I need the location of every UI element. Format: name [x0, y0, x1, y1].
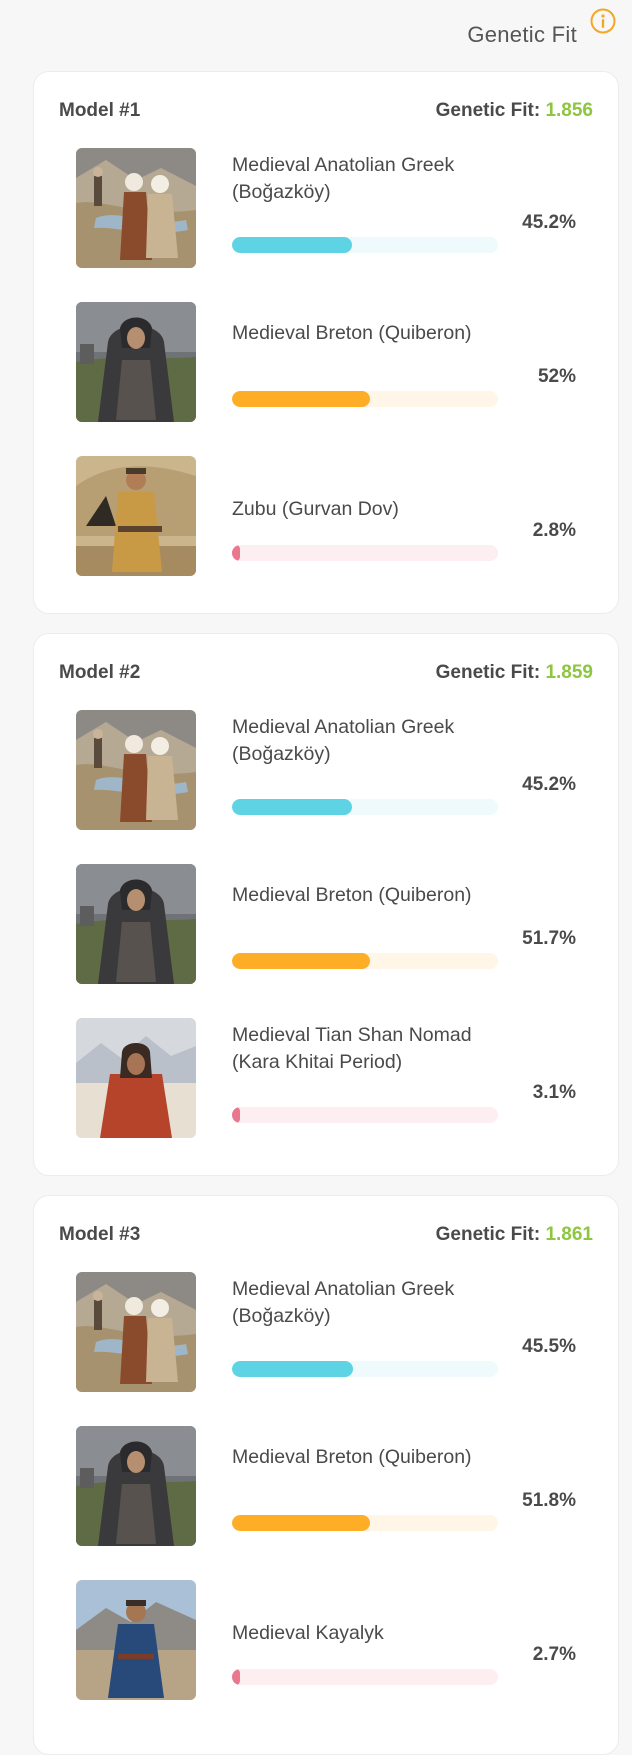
percentage-bar-track: [232, 237, 498, 253]
model-card: Model #1 Genetic Fit: 1.856 Medieval Anat…: [33, 71, 619, 614]
model-label: Model #3: [59, 1224, 141, 1245]
percentage-bar-track: [232, 953, 498, 969]
genetic-fit-value: 1.859: [545, 662, 593, 683]
percentage-bar-fill: [232, 391, 370, 407]
genetic-fit: Genetic Fit: 1.861: [436, 1224, 593, 1246]
info-icon[interactable]: [590, 8, 616, 34]
percentage-value: 45.5%: [522, 1336, 576, 1357]
hooded-monk-illustration: [76, 864, 196, 984]
population-row[interactable]: Medieval Kayalyk 2.7%: [34, 1580, 620, 1700]
genetic-fit-label: Genetic Fit:: [435, 1224, 546, 1245]
percentage-bar-track: [232, 1107, 498, 1123]
percentage-bar-fill: [232, 1107, 240, 1123]
percentage-value: 45.2%: [522, 774, 576, 795]
hooded-monk-illustration: [76, 302, 196, 422]
population-row[interactable]: Medieval Anatolian Greek (Boğazköy) 45.5%: [34, 1272, 620, 1392]
percentage-bar-track: [232, 391, 498, 407]
nomad-in-blue-coat-illustration: [76, 1580, 196, 1700]
percentage-bar-fill: [232, 1361, 353, 1377]
percentage-bar-fill: [232, 1669, 240, 1685]
page-header: Genetic Fit: [0, 0, 632, 70]
percentage-value: 51.8%: [522, 1490, 576, 1511]
population-name: Medieval Breton (Quiberon): [232, 884, 472, 906]
population-row[interactable]: Zubu (Gurvan Dov) 2.8%: [34, 456, 620, 576]
population-row[interactable]: Medieval Breton (Quiberon) 51.7%: [34, 864, 620, 984]
percentage-value: 51.7%: [522, 928, 576, 949]
hooded-monk-illustration: [76, 1426, 196, 1546]
nomad-in-red-coat-illustration: [76, 1018, 196, 1138]
model-card-header: Model #3 Genetic Fit: 1.861: [34, 1196, 618, 1256]
percentage-bar-fill: [232, 799, 352, 815]
percentage-bar-track: [232, 1515, 498, 1531]
model-label: Model #1: [59, 100, 141, 121]
population-name: Medieval Breton (Quiberon): [232, 1446, 472, 1468]
population-row[interactable]: Medieval Anatolian Greek (Boğazköy) 45.2%: [34, 148, 620, 268]
genetic-fit: Genetic Fit: 1.856: [436, 100, 593, 122]
model-card-header: Model #1 Genetic Fit: 1.856: [34, 72, 618, 132]
nomad-by-yurt-illustration: [76, 456, 196, 576]
percentage-value: 2.8%: [532, 520, 576, 541]
genetic-fit-label: Genetic Fit:: [435, 100, 546, 121]
population-name: Medieval Anatolian Greek (Boğazköy): [232, 1278, 455, 1327]
population-row[interactable]: Medieval Breton (Quiberon) 51.8%: [34, 1426, 620, 1546]
model-card: Model #2 Genetic Fit: 1.859 Medieval Anat…: [33, 633, 619, 1176]
percentage-bar-fill: [232, 1515, 370, 1531]
percentage-bar-track: [232, 1669, 498, 1685]
genetic-fit-value: 1.856: [545, 100, 593, 121]
model-card-header: Model #2 Genetic Fit: 1.859: [34, 634, 618, 694]
percentage-value: 3.1%: [532, 1082, 576, 1103]
population-name: Medieval Breton (Quiberon): [232, 322, 472, 344]
percentage-bar-track: [232, 799, 498, 815]
genetic-fit-label: Genetic Fit:: [435, 662, 546, 683]
percentage-value: 52%: [537, 366, 576, 387]
percentage-value: 45.2%: [522, 212, 576, 233]
percentage-bar-fill: [232, 545, 240, 561]
women-by-stream-illustration: [76, 1272, 196, 1392]
population-row[interactable]: Medieval Breton (Quiberon) 52%: [34, 302, 620, 422]
population-name: Zubu (Gurvan Dov): [232, 498, 399, 520]
women-by-stream-illustration: [76, 148, 196, 268]
population-row[interactable]: Medieval Anatolian Greek (Boğazköy) 45.2%: [34, 710, 620, 830]
model-label: Model #2: [59, 662, 141, 683]
model-card: Model #3 Genetic Fit: 1.861 Medieval Anat…: [33, 1195, 619, 1755]
percentage-bar-fill: [232, 237, 352, 253]
population-name: Medieval Tian Shan Nomad (Kara Khitai Pe…: [232, 1024, 472, 1073]
population-row[interactable]: Medieval Tian Shan Nomad (Kara Khitai Pe…: [34, 1018, 620, 1138]
genetic-fit: Genetic Fit: 1.859: [436, 662, 593, 684]
population-name: Medieval Kayalyk: [232, 1622, 384, 1644]
genetic-fit-value: 1.861: [545, 1224, 593, 1245]
population-name: Medieval Anatolian Greek (Boğazköy): [232, 154, 455, 203]
percentage-bar-track: [232, 545, 498, 561]
population-name: Medieval Anatolian Greek (Boğazköy): [232, 716, 455, 765]
page-title: Genetic Fit: [467, 22, 577, 47]
women-by-stream-illustration: [76, 710, 196, 830]
percentage-bar-track: [232, 1361, 498, 1377]
percentage-bar-fill: [232, 953, 370, 969]
percentage-value: 2.7%: [532, 1644, 576, 1665]
